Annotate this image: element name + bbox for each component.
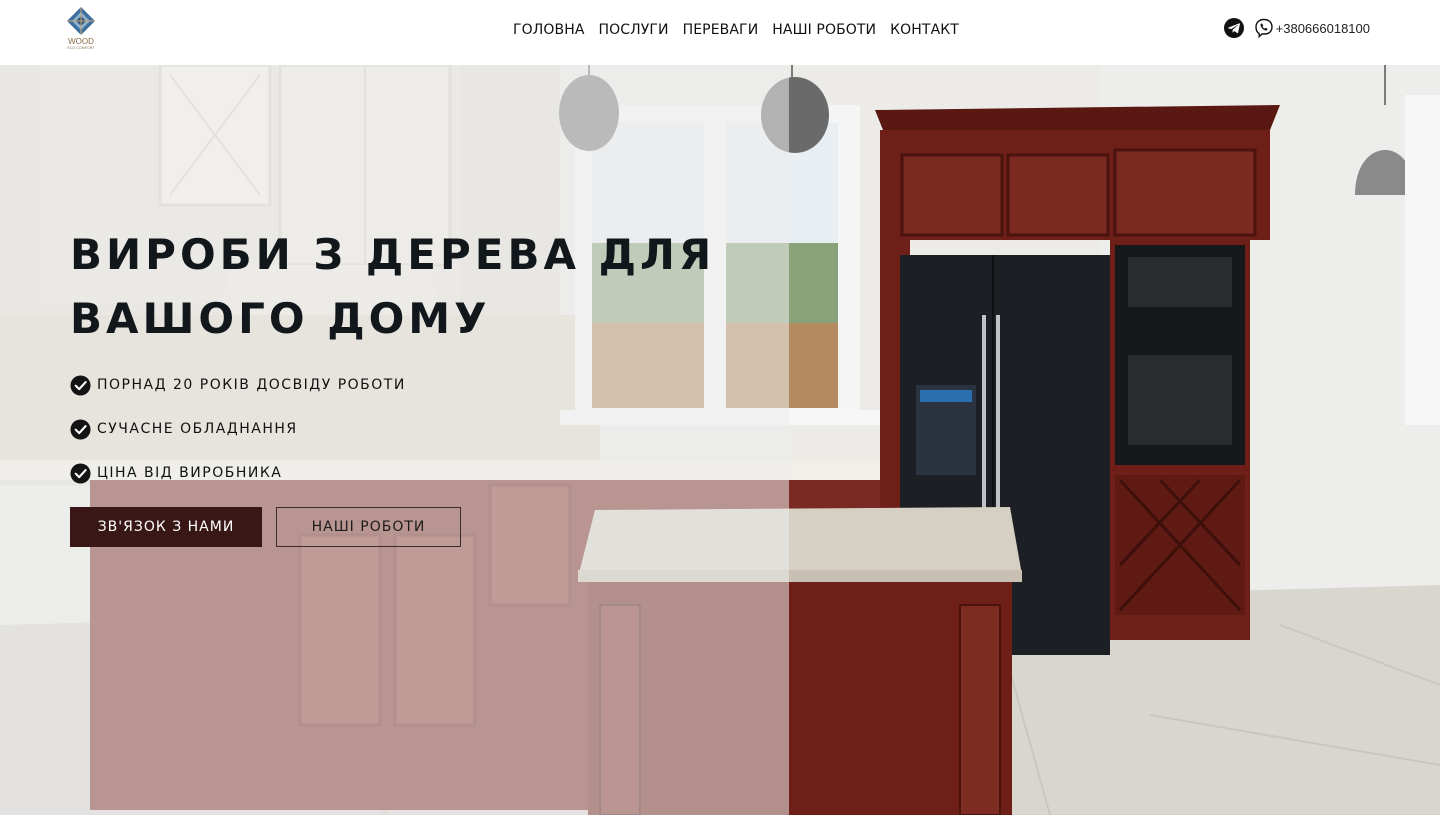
contact-us-button[interactable]: ЗВ'ЯЗОК З НАМИ	[70, 507, 262, 547]
header-contacts: +380666018100	[1223, 18, 1370, 38]
logo-subtitle: ECO COMFORT	[67, 46, 95, 50]
phone-link[interactable]: +380666018100	[1276, 21, 1370, 36]
hero-title-line-1: ВИРОБИ З ДЕРЕВА ДЛЯ	[70, 230, 716, 279]
logo-word: WOOD	[68, 37, 94, 46]
nav-advantages[interactable]: ПЕРЕВАГИ	[683, 20, 759, 40]
feature-text: ЦІНА ВІД ВИРОБНИКА	[97, 465, 283, 481]
nav-services[interactable]: ПОСЛУГИ	[599, 20, 669, 40]
feature-item: ЦІНА ВІД ВИРОБНИКА	[70, 462, 406, 484]
hero-section: ВИРОБИ З ДЕРЕВА ДЛЯ ВАШОГО ДОМУ ПОРНАД 2…	[0, 65, 1440, 815]
logo-mark-icon	[67, 7, 95, 35]
check-circle-icon	[70, 462, 91, 484]
hero-title: ВИРОБИ З ДЕРЕВА ДЛЯ ВАШОГО ДОМУ	[70, 223, 770, 351]
telegram-icon[interactable]	[1223, 18, 1244, 38]
logo[interactable]: WOOD ECO COMFORT	[62, 6, 100, 54]
our-works-button[interactable]: НАШІ РОБОТИ	[276, 507, 461, 547]
feature-text: СУЧАСНЕ ОБЛАДНАННЯ	[97, 421, 298, 437]
nav-our-works[interactable]: НАШІ РОБОТИ	[772, 20, 876, 40]
site-header: WOOD ECO COMFORT ГОЛОВНА ПОСЛУГИ ПЕРЕВАГ…	[0, 0, 1440, 65]
feature-item: СУЧАСНЕ ОБЛАДНАННЯ	[70, 418, 406, 440]
check-circle-icon	[70, 418, 91, 440]
nav-contact[interactable]: КОНТАКТ	[890, 20, 959, 40]
main-nav: ГОЛОВНА ПОСЛУГИ ПЕРЕВАГИ НАШІ РОБОТИ КОН…	[513, 20, 959, 40]
viber-icon[interactable]	[1254, 18, 1274, 38]
nav-home[interactable]: ГОЛОВНА	[513, 20, 585, 40]
hero-title-line-2: ВАШОГО ДОМУ	[70, 294, 491, 343]
feature-list: ПОРНАД 20 РОКІВ ДОСВІДУ РОБОТИ СУЧАСНЕ О…	[70, 374, 406, 506]
feature-item: ПОРНАД 20 РОКІВ ДОСВІДУ РОБОТИ	[70, 374, 406, 396]
check-circle-icon	[70, 374, 91, 396]
feature-text: ПОРНАД 20 РОКІВ ДОСВІДУ РОБОТИ	[97, 377, 406, 393]
